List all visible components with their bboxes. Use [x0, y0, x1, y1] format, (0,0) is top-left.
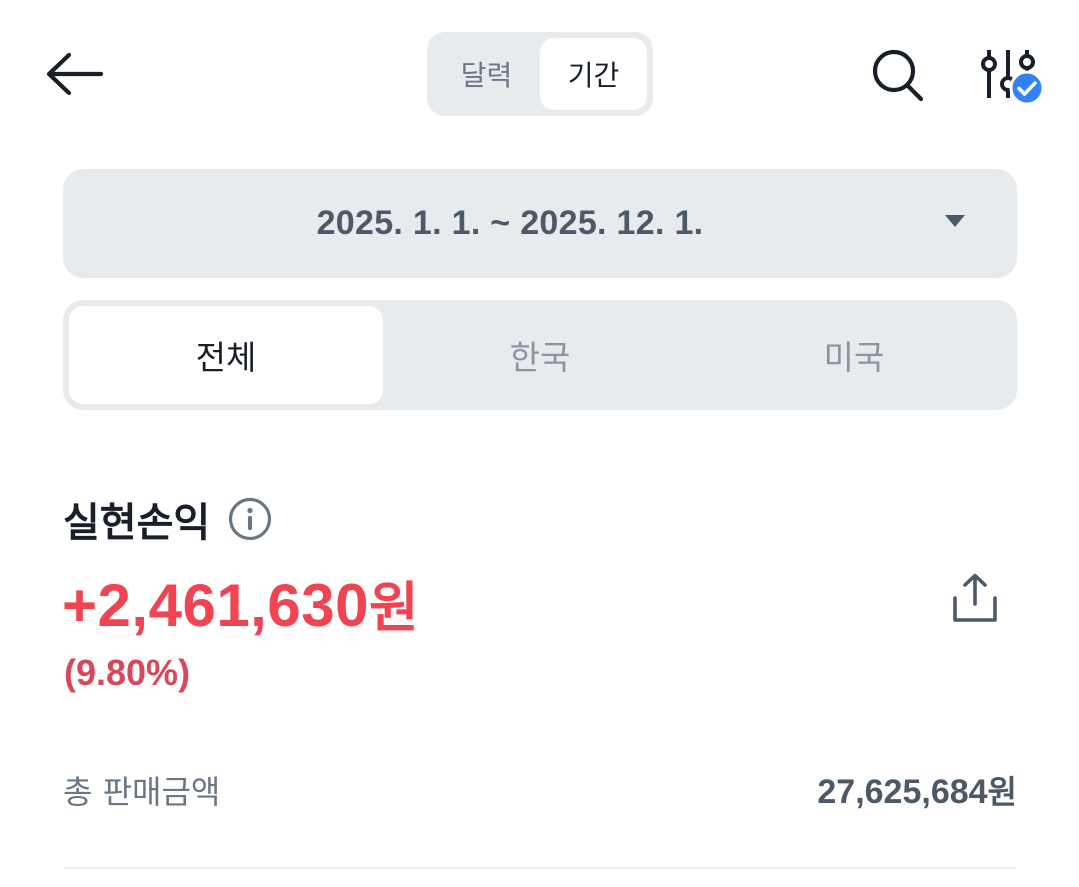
share-button[interactable] — [945, 566, 1005, 630]
caret-down-icon — [945, 215, 965, 227]
total-sales-value: 27,625,684 — [817, 773, 988, 811]
realized-pnl-header: 실현손익 — [63, 490, 272, 548]
realized-pnl-rate: (9.80%) — [64, 652, 191, 693]
date-range-selector[interactable]: 2025. 1. 1. ~ 2025. 12. 1. — [63, 169, 1017, 278]
search-button[interactable] — [862, 40, 932, 110]
realized-pnl-unit: 원 — [368, 576, 420, 639]
total-sales-unit: 원 — [987, 773, 1017, 811]
share-icon — [953, 573, 997, 622]
view-toggle: 달력 기간 — [427, 32, 653, 116]
info-button[interactable] — [228, 497, 272, 541]
total-sales-amount: 27,625,684원 — [817, 767, 1017, 813]
total-sales-label: 총 판매금액 — [63, 773, 221, 811]
divider — [63, 867, 1017, 869]
info-icon — [229, 497, 272, 541]
market-tabs: 전체 한국 미국 — [63, 300, 1017, 410]
top-bar: 달력 기간 — [0, 0, 1079, 150]
arrow-left-icon — [46, 52, 103, 96]
realized-pnl-title: 실현손익 — [63, 500, 211, 546]
tab-all[interactable]: 전체 — [69, 306, 383, 404]
summary-row-total-sales: 총 판매금액 27,625,684원 — [63, 760, 1017, 820]
back-button[interactable] — [40, 44, 108, 104]
check-badge-icon — [1009, 70, 1045, 106]
view-toggle-calendar[interactable]: 달력 — [433, 38, 540, 110]
date-range-text: 2025. 1. 1. ~ 2025. 12. 1. — [316, 204, 704, 242]
view-toggle-period[interactable]: 기간 — [540, 38, 647, 110]
realized-pnl-value: +2,461,630 — [62, 572, 369, 639]
tab-korea[interactable]: 한국 — [383, 306, 697, 404]
realized-pnl-amount: +2,461,630원 — [62, 563, 419, 642]
tab-usa[interactable]: 미국 — [697, 306, 1011, 404]
filter-button[interactable] — [975, 38, 1051, 114]
search-icon — [872, 49, 924, 102]
